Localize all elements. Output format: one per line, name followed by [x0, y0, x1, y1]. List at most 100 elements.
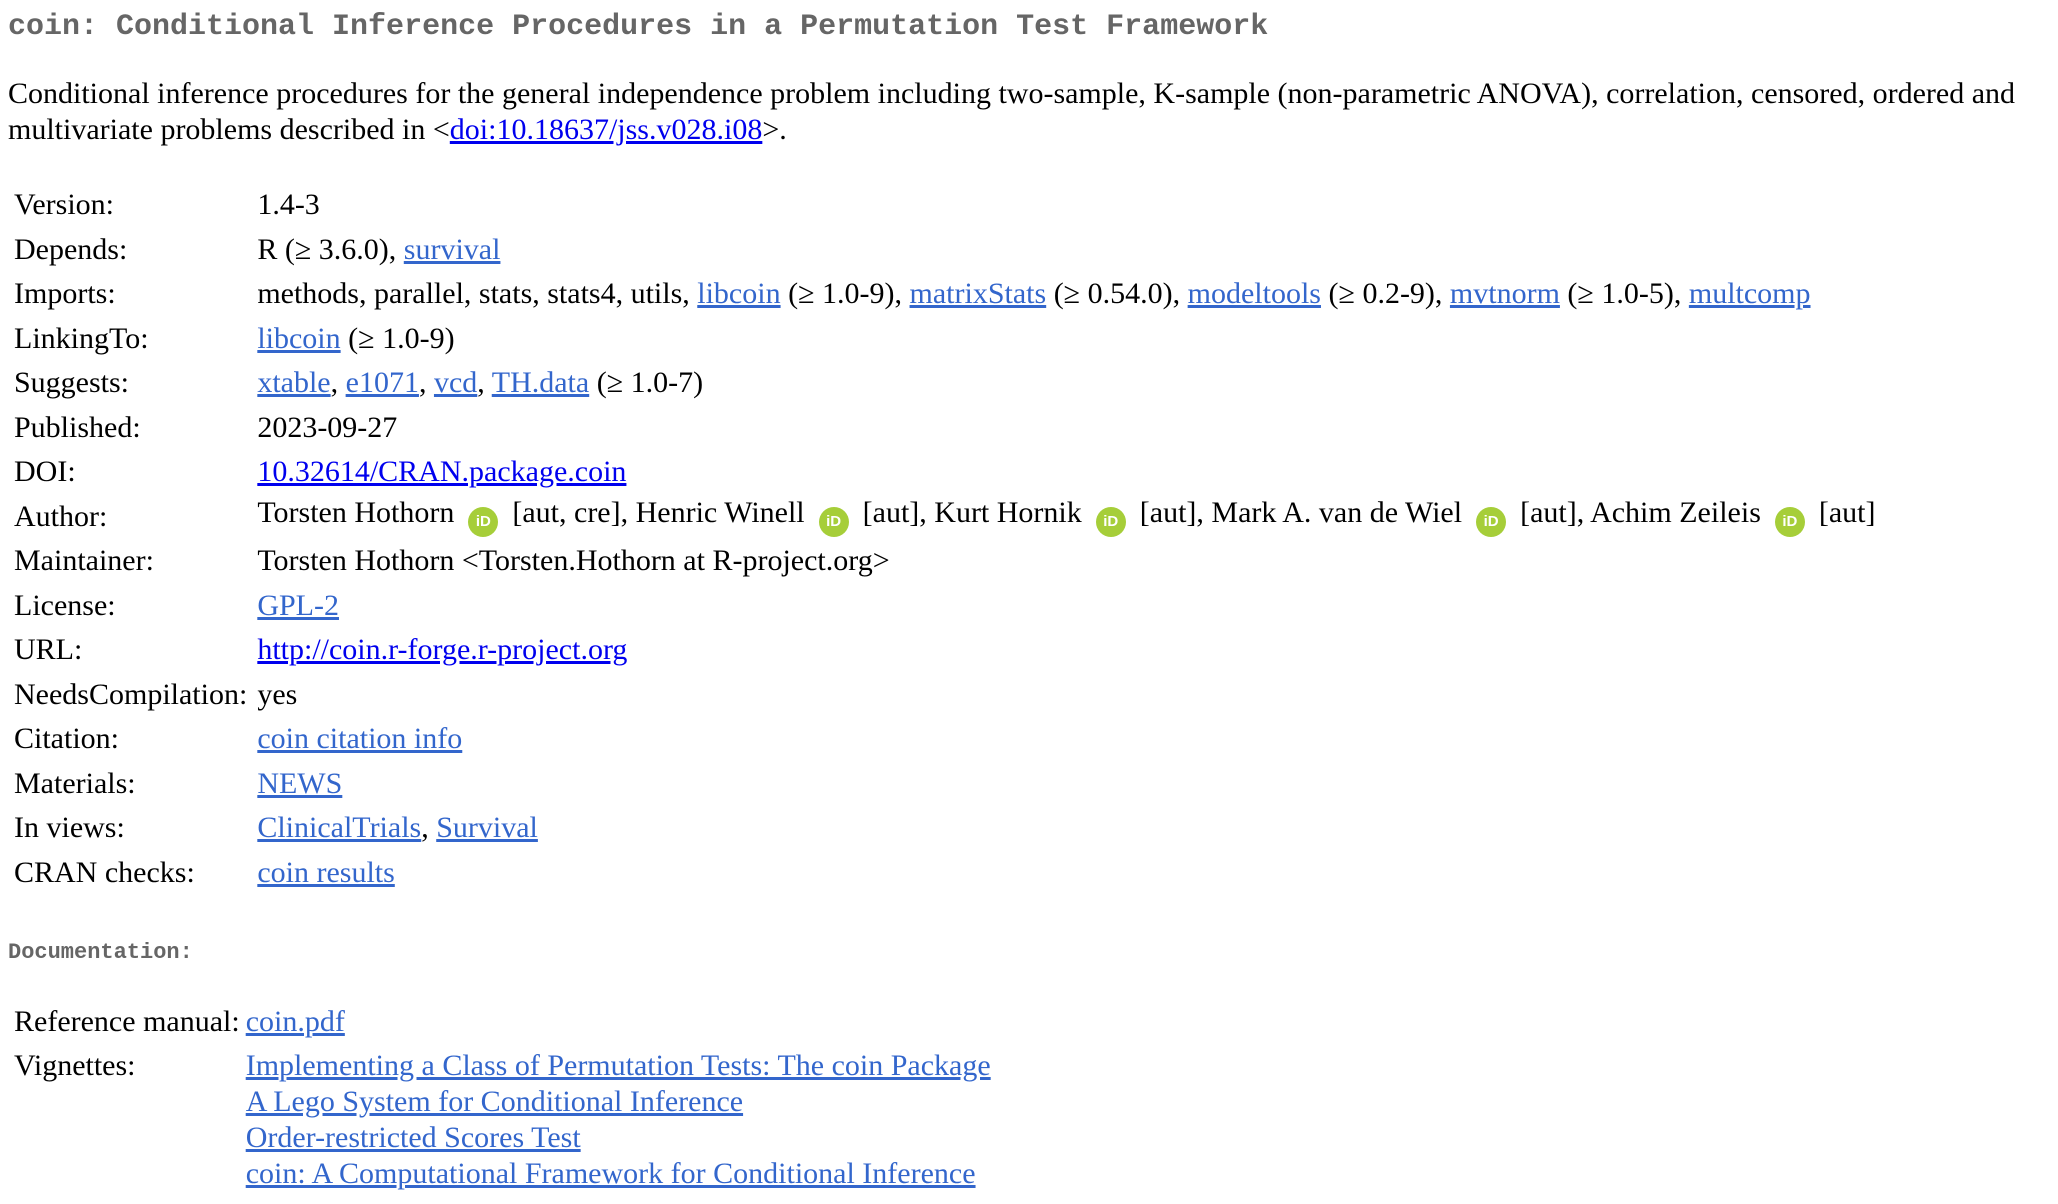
- linkingto-link-libcoin[interactable]: libcoin: [257, 322, 340, 355]
- suggests-link-e1071[interactable]: e1071: [346, 366, 419, 399]
- suggests-link-thdata[interactable]: TH.data: [492, 366, 589, 399]
- imports-link-libcoin[interactable]: libcoin: [697, 277, 780, 310]
- row-inviews: In views: ClinicalTrials, Survival: [14, 806, 1876, 851]
- vignette-link[interactable]: A Lego System for Conditional Inference: [246, 1084, 991, 1120]
- imports-link-mvtnorm[interactable]: mvtnorm: [1450, 277, 1560, 310]
- author-role: [aut],: [1520, 496, 1591, 530]
- url-value: http://coin.r-forge.r-project.org: [257, 628, 1875, 673]
- description-suffix: >.: [762, 113, 787, 146]
- suggests-link-xtable[interactable]: xtable: [257, 366, 330, 399]
- orcid-icon[interactable]: iD: [1095, 507, 1126, 538]
- suggests-suffix: (≥ 1.0-7): [589, 366, 704, 400]
- depends-prefix: R (≥ 3.6.0),: [257, 232, 404, 266]
- license-link[interactable]: GPL-2: [257, 589, 339, 622]
- author-name: Henric Winell: [635, 496, 805, 530]
- description-doi-link[interactable]: doi:10.18637/jss.v028.i08: [450, 113, 763, 146]
- inviews-label: In views:: [14, 811, 125, 845]
- row-published: Published: 2023-09-27: [14, 406, 1876, 451]
- imports-suffix: (≥ 0.54.0),: [1046, 277, 1188, 311]
- row-citation: Citation: coin citation info: [14, 717, 1876, 762]
- row-license: License: GPL-2: [14, 584, 1876, 629]
- suggests-label: Suggests:: [14, 366, 130, 400]
- suggests-suffix: ,: [477, 366, 492, 400]
- cranchecks-label: CRAN checks:: [14, 855, 195, 889]
- cranchecks-link[interactable]: coin results: [257, 856, 394, 889]
- documentation-table: Reference manual: coin.pdf Vignettes: Im…: [8, 1004, 997, 1192]
- imports-link-matrixstats[interactable]: matrixStats: [910, 277, 1047, 310]
- refman-label: Reference manual:: [14, 1005, 240, 1038]
- url-label: URL:: [14, 633, 83, 667]
- vignette-link[interactable]: Order-restricted Scores Test: [246, 1120, 991, 1156]
- suggests-link-vcd[interactable]: vcd: [434, 366, 477, 399]
- depends-link-survival[interactable]: survival: [404, 233, 501, 266]
- author-label: Author:: [14, 499, 108, 533]
- orcid-icon[interactable]: iD: [818, 507, 849, 538]
- orcid-icon[interactable]: iD: [1476, 507, 1507, 538]
- row-vignettes: Vignettes: Implementing a Class of Permu…: [14, 1048, 991, 1192]
- license-label: License:: [14, 588, 116, 622]
- page-title: coin: Conditional Inference Procedures i…: [8, 10, 1269, 44]
- author-role: [aut, cre],: [512, 496, 636, 530]
- depends-label: Depends:: [14, 232, 128, 266]
- imports-suffix: (≥ 1.0-5),: [1559, 277, 1689, 311]
- imports-link-multcomp[interactable]: multcomp: [1689, 277, 1811, 310]
- suggests-value: xtable, e1071, vcd, TH.data (≥ 1.0-7): [257, 361, 1875, 406]
- imports-suffix: (≥ 1.0-9),: [780, 277, 910, 311]
- materials-link-news[interactable]: NEWS: [257, 767, 342, 800]
- suggests-suffix: ,: [330, 366, 346, 400]
- inviews-separator: ,: [421, 811, 437, 845]
- imports-label: Imports:: [14, 277, 116, 311]
- orcid-icon[interactable]: iD: [468, 507, 499, 538]
- row-version: Version: 1.4-3: [14, 183, 1876, 228]
- row-reference-manual: Reference manual: coin.pdf: [14, 1004, 991, 1048]
- inviews-link-clinicaltrials[interactable]: ClinicalTrials: [257, 811, 421, 844]
- row-cranchecks: CRAN checks: coin results: [14, 851, 1876, 896]
- imports-suffix: (≥ 0.2-9),: [1320, 277, 1450, 311]
- author-name: Torsten Hothorn: [257, 496, 455, 530]
- vignette-link[interactable]: Implementing a Class of Permutation Test…: [246, 1048, 991, 1084]
- row-url: URL: http://coin.r-forge.r-project.org: [14, 628, 1876, 673]
- row-depends: Depends: R (≥ 3.6.0), survival: [14, 228, 1876, 273]
- needscompilation-value: yes: [257, 677, 298, 711]
- published-value: 2023-09-27: [257, 410, 398, 444]
- vignette-link[interactable]: coin: A Computational Framework for Cond…: [246, 1156, 991, 1192]
- linkingto-value: libcoin (≥ 1.0-9): [257, 317, 1875, 362]
- author-name: Achim Zeileis: [1590, 496, 1761, 530]
- linkingto-suffix: (≥ 1.0-9): [340, 321, 455, 355]
- depends-value: R (≥ 3.6.0), survival: [257, 228, 1875, 273]
- author-name: Kurt Hornik: [934, 496, 1082, 530]
- description-text: Conditional inference procedures for the…: [8, 77, 2016, 146]
- citation-link[interactable]: coin citation info: [257, 722, 462, 755]
- cranchecks-value: coin results: [257, 851, 1875, 896]
- citation-value: coin citation info: [257, 717, 1875, 762]
- orcid-icon[interactable]: iD: [1774, 507, 1805, 538]
- row-materials: Materials: NEWS: [14, 762, 1876, 807]
- version-value: 1.4-3: [257, 188, 320, 222]
- author-value: Torsten Hothorn iD [aut, cre], Henric Wine…: [257, 495, 1876, 540]
- materials-value: NEWS: [257, 762, 1875, 807]
- inviews-link-survival[interactable]: Survival: [436, 811, 538, 844]
- suggests-suffix: ,: [418, 366, 434, 400]
- doi-label: DOI:: [14, 455, 76, 489]
- row-imports: Imports: methods, parallel, stats, stats…: [14, 272, 1876, 317]
- row-suggests: Suggests: xtable, e1071, vcd, TH.data (≥…: [14, 361, 1876, 406]
- imports-link-modeltools[interactable]: modeltools: [1188, 277, 1321, 310]
- package-metadata-table: Version: 1.4-3 Depends: R (≥ 3.6.0), sur…: [8, 183, 1882, 895]
- doi-link[interactable]: 10.32614/CRAN.package.coin: [257, 455, 626, 488]
- maintainer-value: Torsten Hothorn <Torsten.Hothorn at R-pr…: [257, 544, 890, 578]
- documentation-heading: Documentation:: [8, 940, 193, 965]
- row-author: Author: Torsten Hothorn iD [aut, cre], Hen…: [14, 495, 1876, 540]
- refman-link[interactable]: coin.pdf: [246, 1005, 345, 1038]
- vignettes-value: Implementing a Class of Permutation Test…: [246, 1048, 991, 1192]
- url-link[interactable]: http://coin.r-forge.r-project.org: [257, 633, 627, 666]
- author-role: [aut],: [862, 496, 935, 530]
- page: coin: Conditional Inference Procedures i…: [0, 0, 2058, 1204]
- needscompilation-label: NeedsCompilation:: [14, 677, 248, 711]
- doi-value: 10.32614/CRAN.package.coin: [257, 450, 1875, 495]
- license-value: GPL-2: [257, 584, 1875, 629]
- package-description: Conditional inference procedures for the…: [8, 76, 2038, 148]
- materials-label: Materials:: [14, 766, 136, 800]
- imports-value: methods, parallel, stats, stats4, utils,…: [257, 272, 1875, 317]
- vignettes-label: Vignettes:: [14, 1049, 136, 1082]
- inviews-value: ClinicalTrials, Survival: [257, 806, 1875, 851]
